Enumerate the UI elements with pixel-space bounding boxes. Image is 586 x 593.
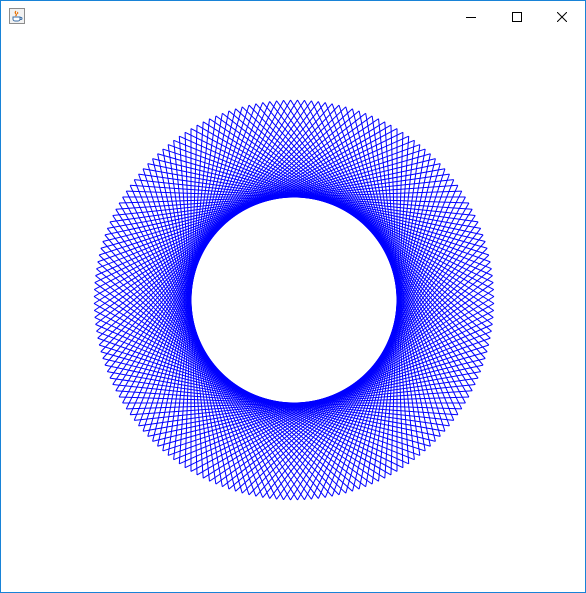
string-art-drawing [93, 99, 495, 501]
title-bar[interactable] [1, 1, 585, 32]
close-button[interactable] [539, 1, 585, 32]
minimize-button[interactable] [448, 1, 494, 32]
close-icon [556, 7, 568, 26]
java-cup-icon[interactable] [9, 8, 25, 24]
drawing-panel [1, 32, 585, 592]
minimize-icon [466, 7, 476, 26]
maximize-button[interactable] [494, 1, 540, 32]
app-window [0, 0, 586, 593]
maximize-icon [512, 7, 522, 26]
